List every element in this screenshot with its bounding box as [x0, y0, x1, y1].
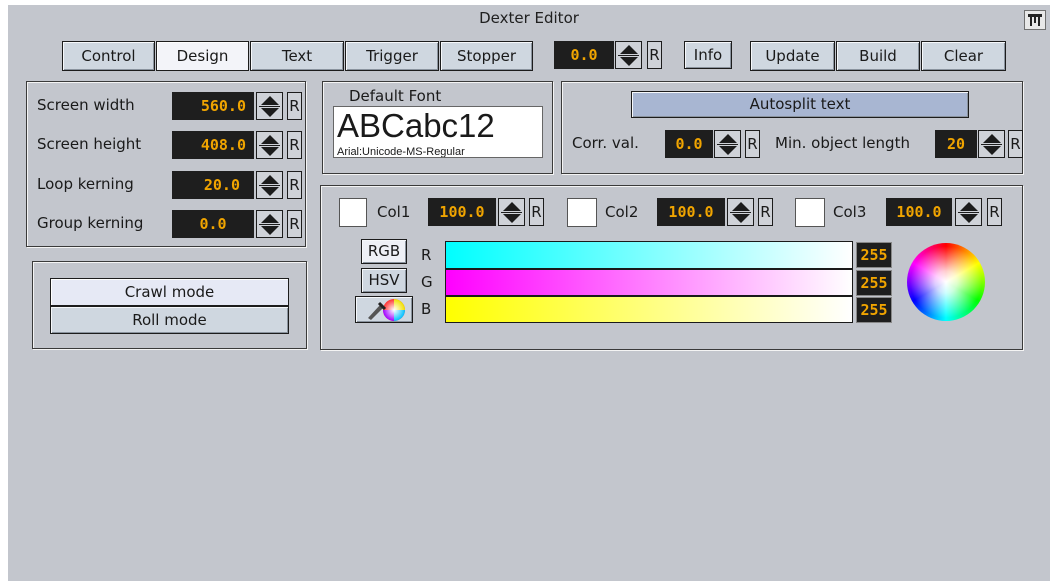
arrow-down-icon	[261, 187, 279, 196]
channel-r-label: R	[421, 246, 432, 264]
col1-reset-button[interactable]: R	[529, 198, 544, 226]
col2-swatch[interactable]	[567, 198, 597, 227]
channel-g-slider[interactable]	[445, 269, 853, 296]
arrow-up-icon	[983, 134, 1001, 143]
tab-stopper[interactable]: Stopper	[440, 41, 533, 71]
arrow-up-icon	[620, 45, 638, 54]
col2-label: Col2	[605, 203, 639, 221]
arrow-down-icon	[719, 146, 737, 155]
screen-width-field[interactable]: 560.0	[172, 92, 254, 120]
arrow-down-icon	[261, 147, 279, 156]
channel-r-slider[interactable]	[445, 241, 853, 269]
tab-design[interactable]: Design	[156, 41, 249, 71]
group-kerning-stepper[interactable]	[256, 210, 283, 238]
clear-button[interactable]: Clear	[921, 41, 1006, 71]
channel-b-label: B	[421, 300, 432, 318]
pin-icon[interactable]	[1024, 10, 1046, 30]
corr-val-reset-button[interactable]: R	[745, 130, 760, 158]
arrow-up-icon	[960, 202, 978, 211]
dexter-editor-window: Dexter Editor Control Design Text Trigge…	[8, 5, 1050, 581]
arrow-up-icon	[732, 202, 750, 211]
arrow-down-icon	[503, 214, 521, 223]
arrow-down-icon	[983, 146, 1001, 155]
col3-field[interactable]: 100.0	[886, 198, 952, 226]
hsv-button[interactable]: HSV	[361, 268, 407, 293]
col2-field[interactable]: 100.0	[657, 198, 725, 226]
arrow-down-icon	[620, 57, 638, 66]
channel-g-value[interactable]: 255	[856, 270, 892, 296]
font-panel: Default Font ABCabc12 Arial:Unicode-MS-R…	[322, 81, 553, 174]
col1-stepper[interactable]	[498, 198, 525, 226]
group-kerning-field[interactable]: 0.0	[172, 210, 254, 238]
autosplit-button[interactable]: Autosplit text	[631, 91, 969, 118]
arrow-down-icon	[732, 214, 750, 223]
toolbar-value-field[interactable]: 0.0	[554, 41, 614, 69]
tab-text[interactable]: Text	[250, 41, 344, 71]
crawl-mode-button[interactable]: Crawl mode	[50, 278, 289, 306]
min-object-length-reset-button[interactable]: R	[1008, 130, 1023, 158]
min-object-length-label: Min. object length	[775, 134, 910, 152]
channel-g-label: G	[421, 273, 433, 291]
update-button[interactable]: Update	[750, 41, 835, 71]
arrow-down-icon	[261, 226, 279, 235]
tab-control[interactable]: Control	[62, 41, 155, 71]
autosplit-panel: Autosplit text Corr. val. 0.0 R Min. obj…	[561, 81, 1023, 174]
window-title: Dexter Editor	[479, 9, 579, 27]
rgb-button[interactable]: RGB	[361, 239, 407, 264]
font-preview[interactable]: ABCabc12 Arial:Unicode-MS-Regular	[333, 106, 543, 158]
arrow-up-icon	[719, 134, 737, 143]
screen-width-stepper[interactable]	[256, 92, 283, 120]
col2-stepper[interactable]	[727, 198, 754, 226]
build-button[interactable]: Build	[836, 41, 920, 71]
col3-label: Col3	[833, 203, 867, 221]
font-name-text: Arial:Unicode-MS-Regular	[337, 146, 465, 158]
col2-reset-button[interactable]: R	[758, 198, 773, 226]
col1-field[interactable]: 100.0	[428, 198, 496, 226]
default-font-label: Default Font	[349, 87, 442, 105]
corr-val-field[interactable]: 0.0	[665, 130, 713, 158]
font-preview-text: ABCabc12	[337, 107, 495, 144]
col1-swatch[interactable]	[339, 198, 367, 227]
col3-stepper[interactable]	[955, 198, 982, 226]
color-wheel-icon[interactable]	[907, 243, 985, 321]
arrow-down-icon	[261, 108, 279, 117]
tab-trigger[interactable]: Trigger	[345, 41, 439, 71]
corr-val-stepper[interactable]	[714, 130, 741, 158]
eyedropper-icon[interactable]	[355, 296, 413, 323]
loop-kerning-reset-button[interactable]: R	[287, 171, 302, 199]
loop-kerning-stepper[interactable]	[256, 171, 283, 199]
channel-b-value[interactable]: 255	[856, 297, 892, 323]
loop-kerning-field[interactable]: 20.0	[172, 171, 254, 199]
color-panel: Col1 100.0 R Col2 100.0 R Col3 100.0 R R…	[320, 185, 1023, 350]
toolbar-reset-button[interactable]: R	[647, 41, 662, 69]
min-object-length-stepper[interactable]	[978, 130, 1005, 158]
screen-height-stepper[interactable]	[256, 131, 283, 159]
roll-mode-button[interactable]: Roll mode	[50, 306, 289, 334]
arrow-up-icon	[503, 202, 521, 211]
group-kerning-reset-button[interactable]: R	[287, 210, 302, 238]
col1-label: Col1	[377, 203, 411, 221]
channel-b-slider[interactable]	[445, 296, 853, 323]
mode-panel: Crawl mode Roll mode	[32, 261, 307, 349]
loop-kerning-label: Loop kerning	[37, 175, 134, 193]
arrow-up-icon	[261, 214, 279, 223]
screen-height-field[interactable]: 408.0	[172, 131, 254, 159]
group-kerning-label: Group kerning	[37, 214, 144, 232]
col3-swatch[interactable]	[795, 198, 825, 227]
col3-reset-button[interactable]: R	[987, 198, 1002, 226]
min-object-length-field[interactable]: 20	[935, 130, 977, 158]
screen-width-label: Screen width	[37, 96, 135, 114]
arrow-up-icon	[261, 135, 279, 144]
arrow-up-icon	[261, 96, 279, 105]
channel-r-value[interactable]: 255	[856, 242, 892, 268]
info-button[interactable]: Info	[684, 41, 732, 69]
screen-settings-panel: Screen width 560.0 R Screen height 408.0…	[26, 81, 306, 247]
screen-width-reset-button[interactable]: R	[287, 92, 302, 120]
arrow-down-icon	[960, 214, 978, 223]
screen-height-label: Screen height	[37, 135, 142, 153]
screen-height-reset-button[interactable]: R	[287, 131, 302, 159]
toolbar-value-stepper[interactable]	[615, 41, 642, 69]
corr-val-label: Corr. val.	[572, 134, 639, 152]
arrow-up-icon	[261, 175, 279, 184]
